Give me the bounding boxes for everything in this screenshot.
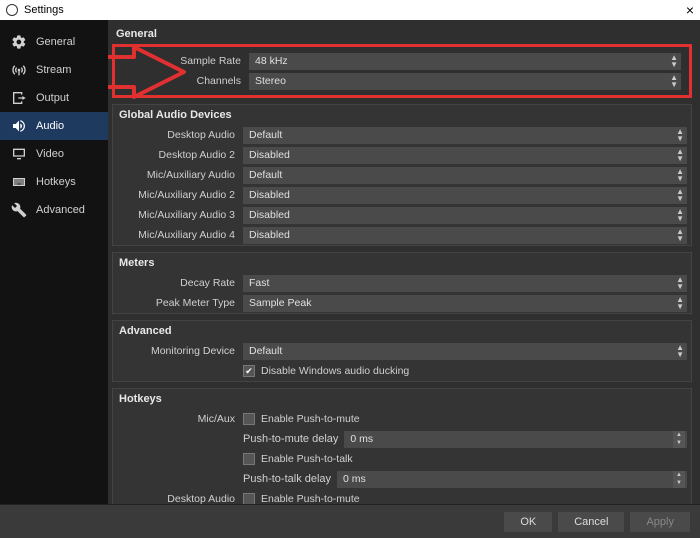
label-mic-aux-audio-3: Mic/Auxiliary Audio 3 (113, 209, 243, 221)
spinner-icon: ▲▼ (676, 296, 684, 310)
label-disable-ducking: Disable Windows audio ducking (261, 365, 409, 377)
dropdown-decay-rate[interactable]: Fast▲▼ (243, 275, 687, 292)
sidebar-item-label: Output (36, 92, 69, 104)
label-peak-meter-type: Peak Meter Type (113, 297, 243, 309)
dropdown-sample-rate[interactable]: 48 kHz ▲▼ (249, 53, 681, 70)
close-icon[interactable]: × (686, 2, 694, 18)
spinner-icon: ▲▼ (676, 208, 684, 222)
section-title-devices: Global Audio Devices (113, 105, 691, 125)
input-ptt-delay-micaux[interactable]: 0 ms (337, 471, 687, 488)
sidebar-item-stream[interactable]: Stream (0, 56, 108, 84)
checkbox-enable-ptm-micaux[interactable] (243, 413, 255, 425)
dropdown-channels[interactable]: Stereo ▲▼ (249, 73, 681, 90)
sidebar: General Stream Output Audio Video Hotkey… (0, 20, 108, 504)
content-pane: General Sample Rate 48 kHz ▲▼ Channels (108, 20, 700, 504)
dialog-footer: OK Cancel Apply (0, 504, 700, 538)
spinner-icon: ▲▼ (676, 188, 684, 202)
sidebar-item-label: Stream (36, 64, 71, 76)
antenna-icon (10, 63, 28, 77)
sidebar-item-advanced[interactable]: Advanced (0, 196, 108, 224)
section-title-advanced: Advanced (113, 321, 691, 341)
sidebar-item-general[interactable]: General (0, 28, 108, 56)
cancel-button[interactable]: Cancel (558, 512, 624, 532)
label-sample-rate: Sample Rate (119, 55, 249, 67)
settings-window: Settings × General Stream Output Audio (0, 0, 700, 538)
spinner-icon: ▲▼ (670, 54, 678, 68)
input-ptm-delay-micaux[interactable]: 0 ms (344, 431, 687, 448)
label-mic-aux-audio-2: Mic/Auxiliary Audio 2 (113, 189, 243, 201)
dropdown-mic-aux-audio-2[interactable]: Disabled▲▼ (243, 187, 687, 204)
section-advanced: Advanced Monitoring DeviceDefault▲▼ ✔ Dis… (112, 320, 692, 382)
output-icon (10, 91, 28, 105)
dropdown-peak-meter-type[interactable]: Sample Peak▲▼ (243, 295, 687, 312)
label-enable-ptm: Enable Push-to-mute (261, 493, 360, 504)
label-decay-rate: Decay Rate (113, 277, 243, 289)
sidebar-item-video[interactable]: Video (0, 140, 108, 168)
speaker-icon (10, 119, 28, 133)
checkbox-enable-ptm-desktop[interactable] (243, 493, 255, 504)
sidebar-item-output[interactable]: Output (0, 84, 108, 112)
section-meters: Meters Decay RateFast▲▼ Peak Meter TypeS… (112, 252, 692, 314)
section-title-general: General (112, 24, 692, 44)
highlight-box: Sample Rate 48 kHz ▲▼ Channels Ste (112, 44, 692, 98)
stepper-icon[interactable]: ▲▼ (673, 431, 685, 448)
label-monitoring-device: Monitoring Device (113, 345, 243, 357)
stepper-icon[interactable]: ▲▼ (673, 471, 685, 488)
tools-icon (10, 203, 28, 217)
spinner-icon: ▲▼ (676, 128, 684, 142)
section-hotkeys: Hotkeys Mic/Aux Enable Push-to-mute Push-… (112, 388, 692, 504)
ok-button[interactable]: OK (504, 512, 552, 532)
dropdown-mic-aux-audio-3[interactable]: Disabled▲▼ (243, 207, 687, 224)
label-desktop-audio-hotkey: Desktop Audio (113, 493, 243, 504)
app-logo-icon (6, 4, 18, 16)
dropdown-monitoring-device[interactable]: Default▲▼ (243, 343, 687, 360)
spinner-icon: ▲▼ (670, 74, 678, 88)
dropdown-mic-aux-audio[interactable]: Default▲▼ (243, 167, 687, 184)
spinner-icon: ▲▼ (676, 148, 684, 162)
label-desktop-audio: Desktop Audio (113, 129, 243, 141)
sidebar-item-label: General (36, 36, 75, 48)
sidebar-item-label: Video (36, 148, 64, 160)
gear-icon (10, 35, 28, 49)
section-general-wrapper: General Sample Rate 48 kHz ▲▼ Channels (112, 24, 692, 98)
section-global-audio-devices: Global Audio Devices Desktop AudioDefaul… (112, 104, 692, 246)
sidebar-item-hotkeys[interactable]: Hotkeys (0, 168, 108, 196)
spinner-icon: ▲▼ (676, 168, 684, 182)
apply-button[interactable]: Apply (630, 512, 690, 532)
label-ptt-delay: Push-to-talk delay (243, 473, 331, 485)
label-ptm-delay: Push-to-mute delay (243, 433, 338, 445)
section-title-hotkeys: Hotkeys (113, 389, 691, 409)
label-mic-aux-audio: Mic/Auxiliary Audio (113, 169, 243, 181)
window-title: Settings (24, 4, 64, 16)
dropdown-mic-aux-audio-4[interactable]: Disabled▲▼ (243, 227, 687, 244)
label-desktop-audio-2: Desktop Audio 2 (113, 149, 243, 161)
dropdown-desktop-audio[interactable]: Default▲▼ (243, 127, 687, 144)
label-channels: Channels (119, 75, 249, 87)
checkbox-disable-ducking[interactable]: ✔ (243, 365, 255, 377)
sidebar-item-label: Audio (36, 120, 64, 132)
sidebar-item-label: Advanced (36, 204, 85, 216)
section-title-meters: Meters (113, 253, 691, 273)
sidebar-item-label: Hotkeys (36, 176, 76, 188)
checkbox-enable-ptt-micaux[interactable] (243, 453, 255, 465)
label-enable-ptm: Enable Push-to-mute (261, 413, 360, 425)
dropdown-desktop-audio-2[interactable]: Disabled▲▼ (243, 147, 687, 164)
spinner-icon: ▲▼ (676, 344, 684, 358)
monitor-icon (10, 147, 28, 161)
title-bar: Settings × (0, 0, 700, 20)
keyboard-icon (10, 175, 28, 189)
spinner-icon: ▲▼ (676, 276, 684, 290)
label-enable-ptt: Enable Push-to-talk (261, 453, 353, 465)
label-mic-aux-hotkey: Mic/Aux (113, 413, 243, 425)
label-mic-aux-audio-4: Mic/Auxiliary Audio 4 (113, 229, 243, 241)
sidebar-item-audio[interactable]: Audio (0, 112, 108, 140)
spinner-icon: ▲▼ (676, 228, 684, 242)
